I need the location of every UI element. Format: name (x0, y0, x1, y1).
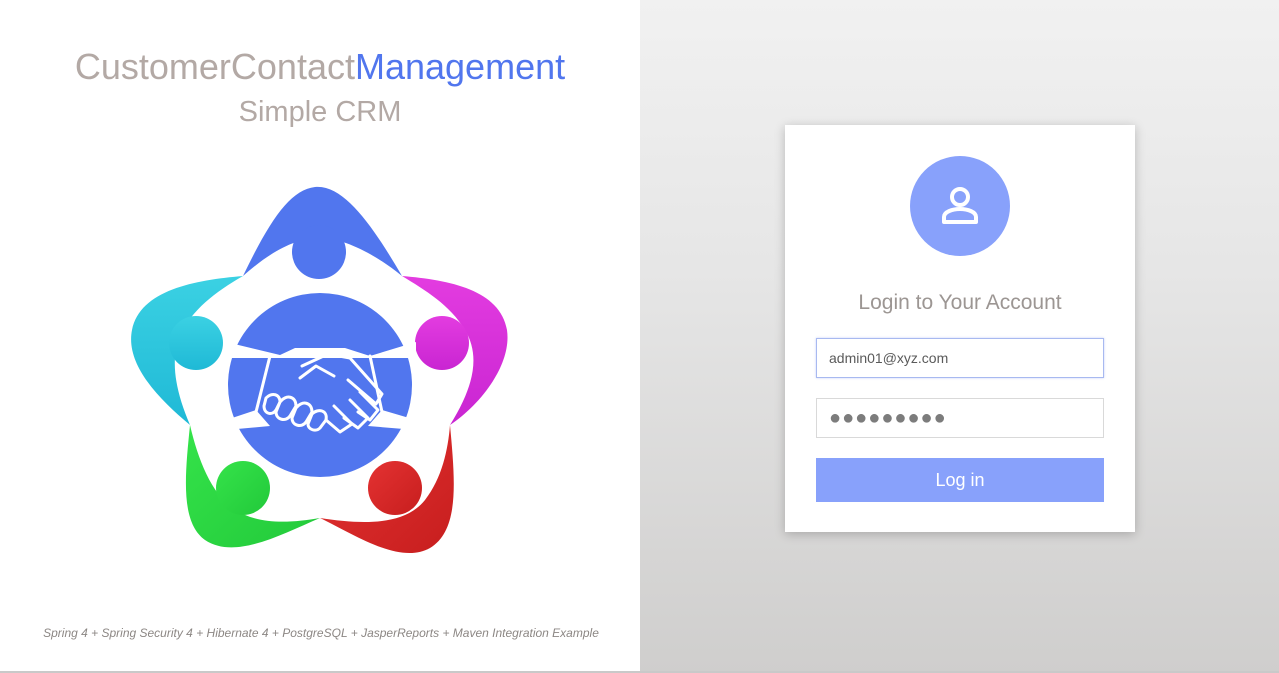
branding-panel: CustomerContactManagement Simple CRM Spr… (0, 0, 640, 673)
login-title: Login to Your Account (858, 291, 1062, 314)
logo-person-cyan (169, 316, 223, 370)
tech-stack-footer: Spring 4 + Spring Security 4 + Hibernate… (43, 626, 599, 640)
login-button[interactable]: Log in (816, 458, 1104, 502)
email-field[interactable] (816, 338, 1104, 378)
app-title: CustomerContactManagement (0, 46, 640, 88)
logo-person-magenta (415, 316, 469, 370)
logo-person-red (368, 461, 422, 515)
login-card: Login to Your Account Log in (785, 125, 1135, 532)
password-field[interactable] (816, 398, 1104, 438)
app-subtitle: Simple CRM (238, 96, 402, 128)
logo-center-globe (228, 293, 412, 477)
app-title-part2: Management (354, 46, 566, 87)
crm-logo (131, 186, 508, 554)
logo-person-blue (292, 225, 346, 279)
logo-person-green (216, 461, 270, 515)
avatar (910, 156, 1010, 256)
user-icon (942, 187, 978, 224)
app-title-part1: CustomerContact (74, 46, 355, 87)
